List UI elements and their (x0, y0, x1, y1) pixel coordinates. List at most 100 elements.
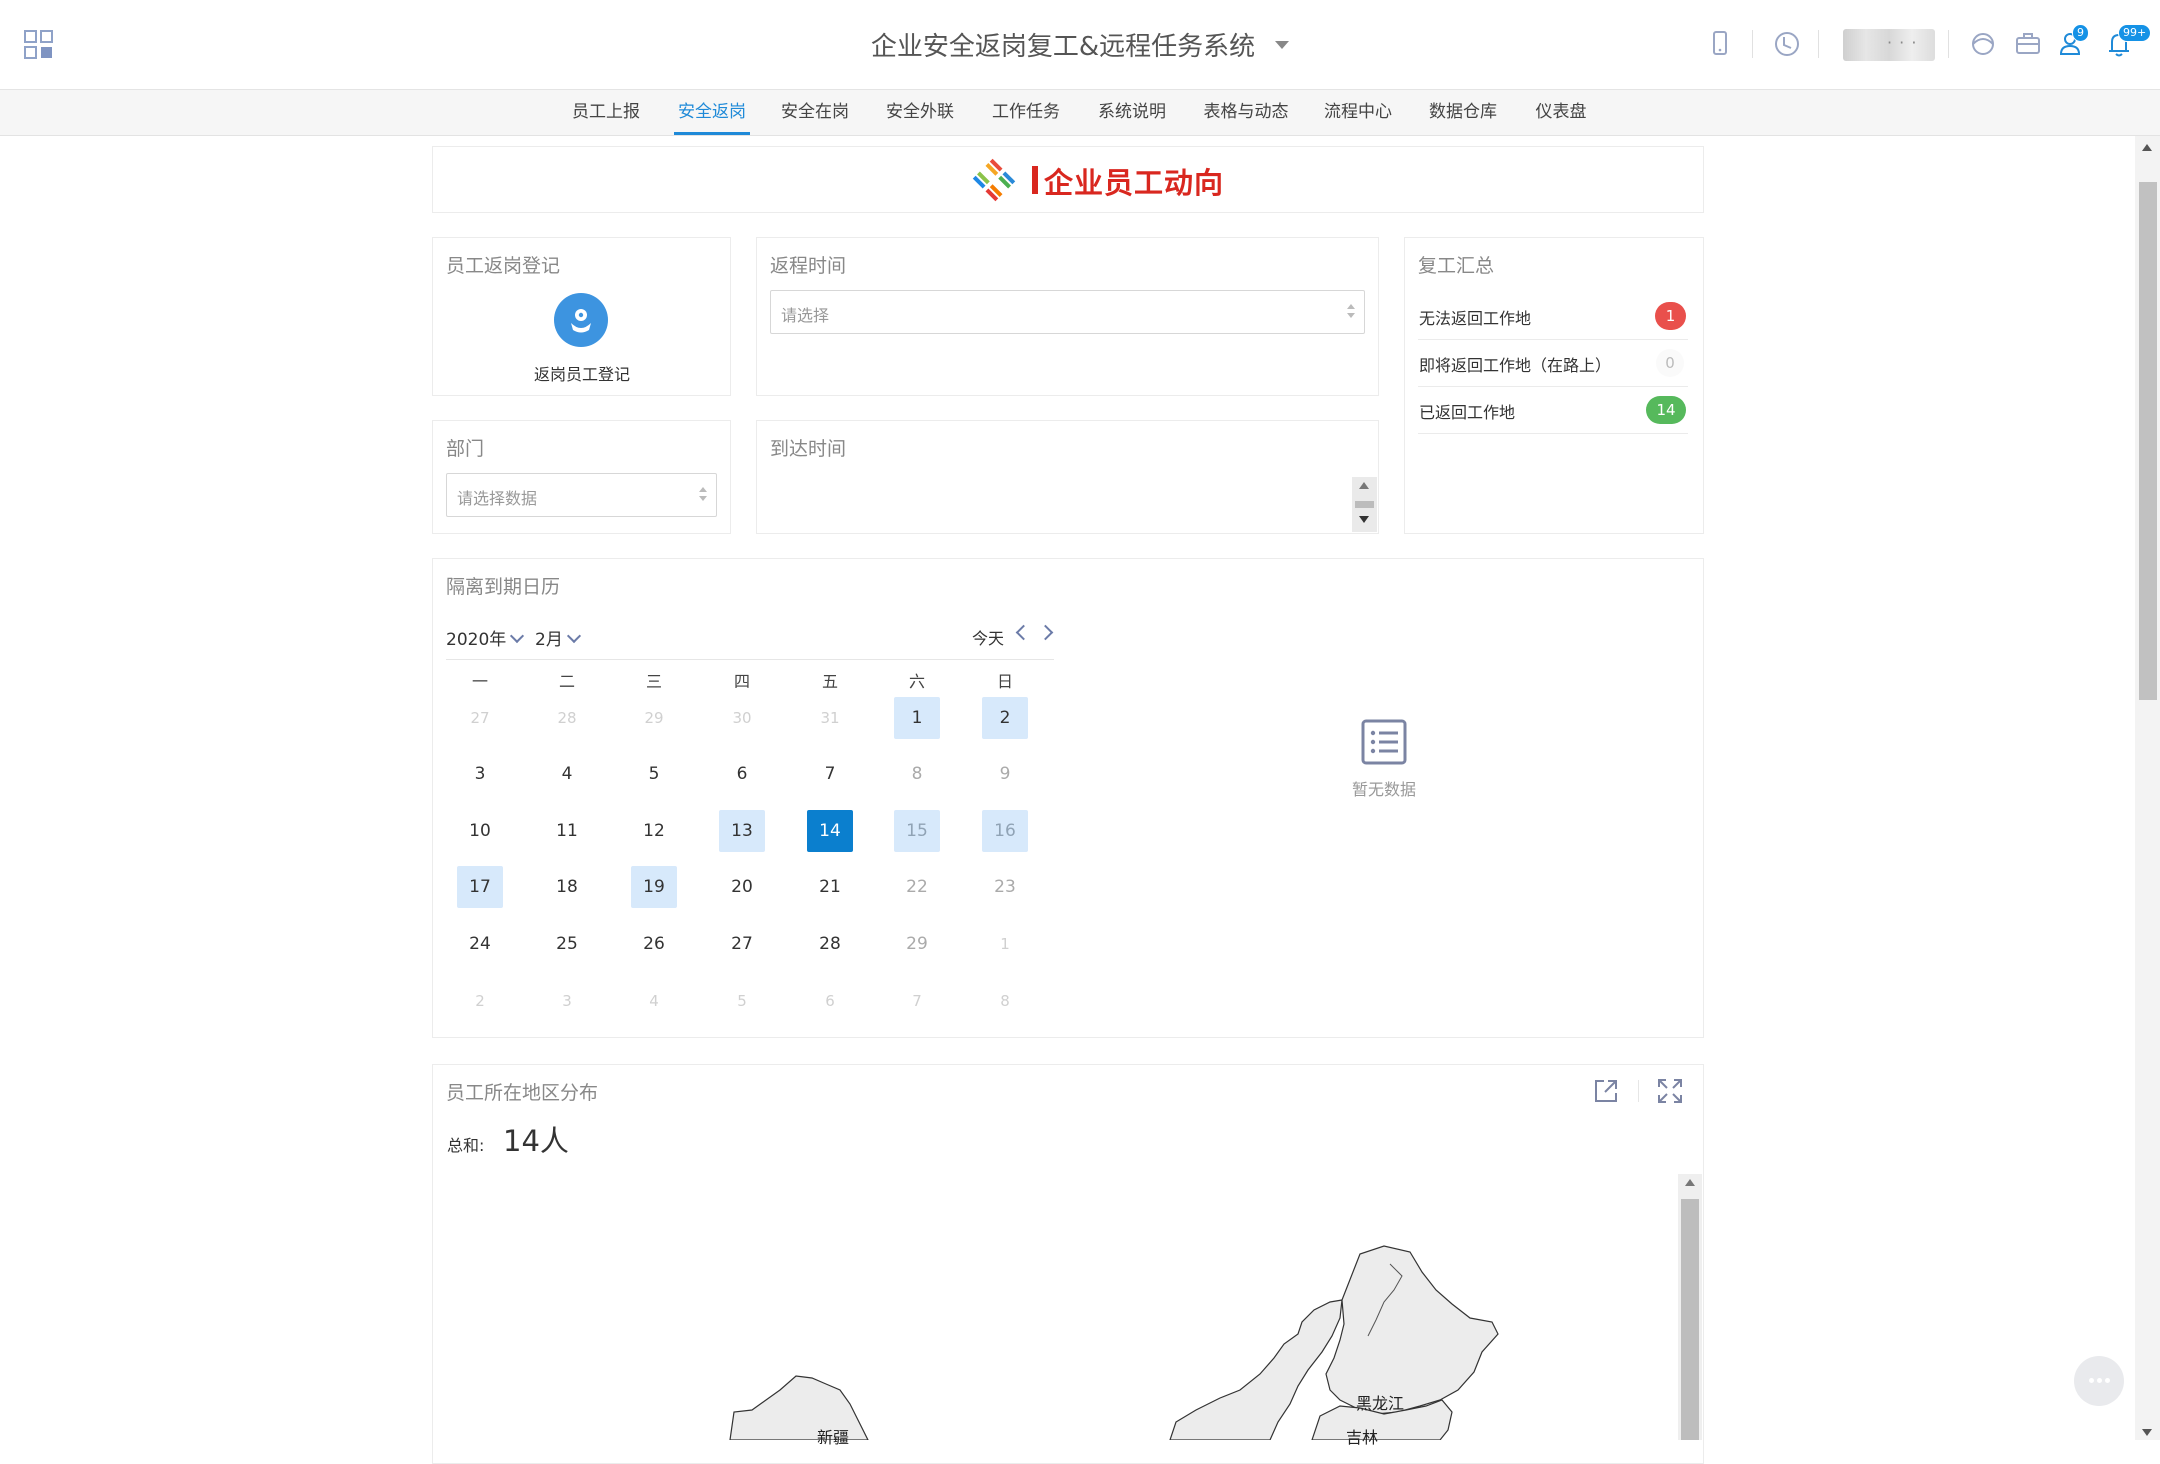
nav-item-employee-report[interactable]: 员工上报 (570, 90, 642, 135)
calendar-day[interactable]: 29 (894, 923, 940, 965)
calendar-year-select[interactable]: 2020年 (446, 625, 525, 650)
summary-row-returned[interactable]: 已返回工作地 14 (1418, 387, 1688, 434)
calendar-day[interactable]: 27 (457, 697, 503, 739)
calendar-day[interactable]: 4 (631, 980, 677, 1022)
calendar-day[interactable]: 22 (894, 866, 940, 908)
scroll-up-icon[interactable] (2142, 144, 2152, 151)
scroll-up-icon[interactable] (1685, 1179, 1695, 1186)
nav-item-safe-onsite[interactable]: 安全在岗 (779, 90, 851, 135)
calendar-day[interactable]: 7 (807, 753, 853, 795)
scroll-thumb[interactable] (1355, 501, 1374, 508)
calendar-day[interactable]: 16 (982, 810, 1028, 852)
user-avatar-name[interactable]: · · · (1843, 29, 1935, 61)
card-title: 部门 (446, 438, 485, 460)
map-region-heilongjiang (1325, 1245, 1499, 1415)
calendar-day[interactable]: 7 (894, 980, 940, 1022)
calendar-day[interactable]: 10 (457, 810, 503, 852)
chevron-down-icon (566, 628, 581, 644)
calendar-day[interactable]: 2 (982, 697, 1028, 739)
card-title: 到达时间 (770, 438, 847, 460)
nav-item-system-guide[interactable]: 系统说明 (1096, 90, 1168, 135)
calendar-month-select[interactable]: 2月 (535, 625, 581, 650)
user-name: · · · (1887, 33, 1918, 52)
calendar-day[interactable]: 6 (719, 753, 765, 795)
summary-row-cannot-return[interactable]: 无法返回工作地 1 (1418, 293, 1688, 340)
header-divider (1818, 30, 1819, 58)
calendar-day[interactable]: 3 (544, 980, 590, 1022)
scroll-down-icon[interactable] (1359, 516, 1369, 523)
calendar-day[interactable]: 1 (894, 697, 940, 739)
calendar-day[interactable]: 4 (544, 753, 590, 795)
more-options-button[interactable] (2074, 1356, 2124, 1406)
briefcase-icon[interactable] (2012, 28, 2044, 60)
calendar-day[interactable]: 25 (544, 923, 590, 965)
planet-icon[interactable] (1967, 28, 1999, 60)
return-register-button[interactable] (554, 293, 608, 347)
summary-count-badge: 14 (1646, 396, 1686, 424)
scroll-up-icon[interactable] (1359, 482, 1369, 489)
calendar-day[interactable]: 17 (457, 866, 503, 908)
department-select[interactable]: 请选择数据 (446, 473, 717, 517)
calendar-day[interactable]: 28 (807, 923, 853, 965)
calendar-day[interactable]: 5 (631, 753, 677, 795)
calendar-day[interactable]: 8 (894, 753, 940, 795)
header-divider (1948, 30, 1949, 58)
app-title-dropdown[interactable]: 企业安全返岗复工&远程任务系统 (0, 26, 2160, 63)
calendar-day[interactable]: 29 (631, 697, 677, 739)
chevron-down-icon (510, 628, 525, 644)
page-scrollbar[interactable] (2135, 136, 2160, 1440)
calendar-day[interactable]: 12 (631, 810, 677, 852)
calendar-day[interactable]: 8 (982, 980, 1028, 1022)
calendar-day[interactable]: 13 (719, 810, 765, 852)
calendar-day[interactable]: 28 (544, 697, 590, 739)
return-register-label[interactable]: 返岗员工登记 (482, 361, 682, 385)
nav-item-safe-outreach[interactable]: 安全外联 (884, 90, 956, 135)
open-external-icon[interactable] (1593, 1078, 1619, 1104)
calendar-weekday-header: 四 (733, 672, 750, 691)
calendar-day[interactable]: 11 (544, 810, 590, 852)
return-time-select[interactable]: 请选择 (770, 290, 1365, 334)
nav-item-dashboard[interactable]: 仪表盘 (1534, 90, 1588, 135)
nav-item-safe-return[interactable]: 安全返岗 (674, 90, 750, 135)
scroll-thumb[interactable] (2139, 182, 2157, 700)
nav-item-data-warehouse[interactable]: 数据仓库 (1427, 90, 1499, 135)
calendar-day[interactable]: 31 (807, 697, 853, 739)
clock-icon[interactable] (1771, 28, 1803, 60)
nav-item-work-tasks[interactable]: 工作任务 (990, 90, 1062, 135)
calendar-day[interactable]: 2 (457, 980, 503, 1022)
calendar-day[interactable]: 30 (719, 697, 765, 739)
calendar-day[interactable]: 19 (631, 866, 677, 908)
calendar-day[interactable]: 15 (894, 810, 940, 852)
calendar-today-button[interactable]: 今天 (972, 625, 1004, 649)
scroll-down-icon[interactable] (2142, 1429, 2152, 1436)
card-title: 隔离到期日历 (446, 576, 561, 598)
calendar-day[interactable]: 9 (982, 753, 1028, 795)
calendar-day[interactable]: 20 (719, 866, 765, 908)
mobile-icon[interactable] (1704, 28, 1736, 60)
calendar-day[interactable]: 5 (719, 980, 765, 1022)
nav-item-workflow-center[interactable]: 流程中心 (1322, 90, 1394, 135)
calendar-day[interactable]: 14 (807, 810, 853, 852)
summary-row-on-the-way[interactable]: 即将返回工作地（在路上） 0 (1418, 340, 1688, 387)
card-title: 返程时间 (770, 255, 847, 277)
year-label: 2020年 (446, 630, 507, 650)
calendar-day[interactable]: 21 (807, 866, 853, 908)
calendar-weekday-header: 日 (996, 672, 1013, 691)
calendar-day[interactable]: 24 (457, 923, 503, 965)
calendar-day[interactable]: 27 (719, 923, 765, 965)
calendar-day[interactable]: 3 (457, 753, 503, 795)
card-title: 员工所在地区分布 (446, 1082, 599, 1104)
notifications-badge: 99+ (2118, 24, 2152, 42)
arrival-time-scrollbar[interactable] (1352, 477, 1377, 532)
calendar-day[interactable]: 23 (982, 866, 1028, 908)
calendar-day[interactable]: 6 (807, 980, 853, 1022)
map-label-heilongjiang: 黑龙江 (1356, 1394, 1405, 1413)
map-scrollbar[interactable] (1678, 1174, 1702, 1440)
more-dots-icon (2089, 1378, 2094, 1383)
calendar-day[interactable]: 26 (631, 923, 677, 965)
fullscreen-icon[interactable] (1657, 1078, 1683, 1104)
calendar-day[interactable]: 1 (982, 923, 1028, 965)
nav-item-tables-activity[interactable]: 表格与动态 (1201, 90, 1291, 135)
scroll-thumb[interactable] (1681, 1199, 1699, 1440)
calendar-day[interactable]: 18 (544, 866, 590, 908)
